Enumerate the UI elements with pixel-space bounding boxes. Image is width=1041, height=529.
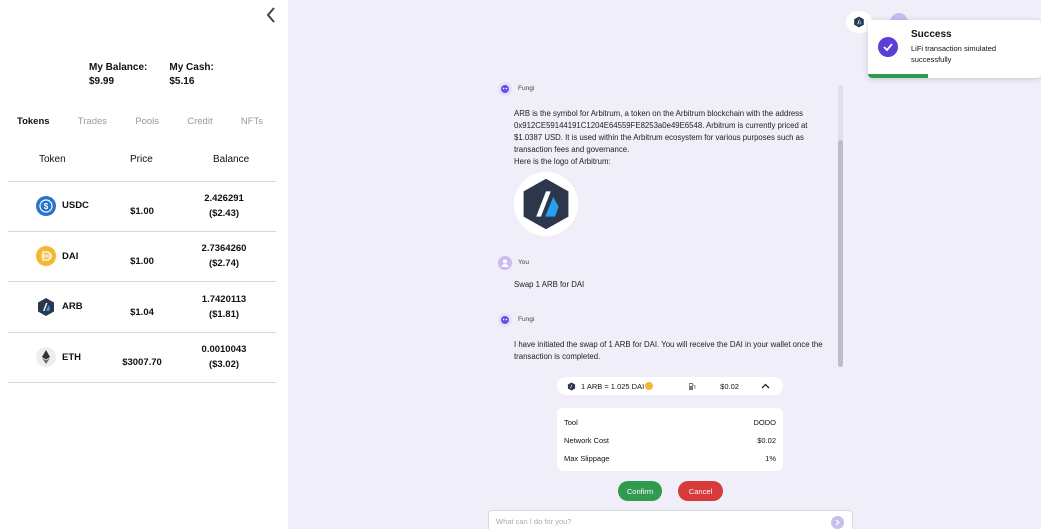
token-value: ($2.43) <box>208 207 240 219</box>
max-slippage-value: 1% <box>765 454 776 463</box>
arbitrum-icon <box>854 16 864 28</box>
balance-summary: My Balance: $9.99 My Cash: $5.16 <box>89 61 214 89</box>
token-amount: 0.0010043 <box>201 344 247 356</box>
arbitrum-icon <box>36 297 56 317</box>
token-table: $ USDC $1.00 2.426291 ($2.43) DAI $1.00 … <box>8 181 276 383</box>
token-price: $1.00 <box>130 205 154 217</box>
user-avatar-icon <box>498 256 512 270</box>
token-amount: 1.7420113 <box>201 293 247 305</box>
table-row[interactable]: DAI $1.00 2.7364260 ($2.74) <box>8 232 276 282</box>
message-sender: Fungi <box>518 316 535 323</box>
toast-title: Success <box>911 29 952 40</box>
chat-scrollbar[interactable] <box>838 85 843 367</box>
message-text: Here is the logo of Arbitrum: <box>514 157 611 166</box>
chat-input-bar <box>488 510 853 529</box>
arbitrum-icon <box>567 381 576 391</box>
tab-trades[interactable]: Trades <box>78 114 107 129</box>
token-price: $1.04 <box>130 306 154 318</box>
token-value: ($2.74) <box>208 258 240 270</box>
message-text: Swap 1 ARB for DAI <box>514 280 585 289</box>
network-cost-label: Network Cost <box>564 436 610 445</box>
confirm-button[interactable]: Confirm <box>618 481 662 501</box>
wallet-sidebar: My Balance: $9.99 My Cash: $5.16 Tokens … <box>0 0 288 529</box>
message-fungi: Fungi ARB is the symbol for Arbitrum, a … <box>498 82 833 236</box>
dai-icon <box>36 246 56 267</box>
cancel-button[interactable]: Cancel <box>678 481 723 501</box>
success-toast[interactable]: Success LiFi transaction simulated succe… <box>868 20 1041 78</box>
chat-scrollbar-thumb[interactable] <box>838 140 843 367</box>
gas-pump-icon <box>688 382 696 391</box>
tool-value: DODO <box>753 418 777 427</box>
collapse-sidebar-chevron-left-icon[interactable] <box>264 6 278 24</box>
token-symbol: ETH <box>62 351 81 363</box>
token-price: $3007.70 <box>122 357 162 369</box>
gas-cost: $0.02 <box>720 381 739 391</box>
usdc-icon: $ <box>36 195 56 216</box>
message-you: You Swap 1 ARB for DAI <box>498 256 833 291</box>
sidebar-tabs: Tokens Trades Pools Credit NFTs <box>8 114 276 129</box>
chat-messages: Fungi ARB is the symbol for Arbitrum, a … <box>498 82 833 372</box>
tab-tokens[interactable]: Tokens <box>17 114 50 129</box>
fungi-bot-icon <box>498 313 512 327</box>
token-value: ($1.81) <box>208 308 240 320</box>
message-fungi: Fungi I have initiated the swap of 1 ARB… <box>498 313 833 363</box>
message-text: I have initiated the swap of 1 ARB for D… <box>514 340 823 361</box>
message-sender: Fungi <box>518 85 535 92</box>
table-row[interactable]: $ USDC $1.00 2.426291 ($2.43) <box>8 181 276 232</box>
toast-message: LiFi transaction simulated successfully <box>911 44 997 64</box>
message-sender: You <box>518 259 529 266</box>
tab-pools[interactable]: Pools <box>135 114 159 129</box>
swap-quote-summary[interactable]: 1 ARB = 1.025 DAI $0.02 <box>557 377 783 395</box>
arbitrum-logo-image <box>514 172 578 236</box>
chat-input[interactable] <box>496 517 816 526</box>
price-column-header: Price <box>130 154 153 165</box>
network-cost-value: $0.02 <box>757 436 776 445</box>
token-amount: 2.426291 <box>204 192 244 204</box>
token-amount: 2.7364260 <box>201 243 247 255</box>
tab-nfts[interactable]: NFTs <box>241 114 263 129</box>
token-column-header: Token <box>39 154 66 165</box>
chevron-up-icon[interactable] <box>761 383 770 389</box>
token-symbol: USDC <box>62 200 89 212</box>
ethereum-icon <box>36 347 56 368</box>
my-balance-label: My Balance: <box>89 62 148 73</box>
token-symbol: DAI <box>62 250 79 262</box>
swap-details-card: Tool DODO Network Cost $0.02 Max Slippag… <box>557 408 783 471</box>
send-arrow-icon[interactable] <box>831 516 844 529</box>
token-table-header: Token Price Balance <box>8 154 276 182</box>
token-price: $1.00 <box>130 256 154 268</box>
swap-rate: 1 ARB = 1.025 DAI <box>581 381 645 391</box>
dai-icon <box>645 382 654 390</box>
my-balance-value: $9.99 <box>89 76 115 87</box>
max-slippage-label: Max Slippage <box>564 454 610 463</box>
token-symbol: ARB <box>62 301 83 313</box>
message-text: ARB is the symbol for Arbitrum, a token … <box>514 109 808 154</box>
fungi-bot-icon <box>498 82 512 96</box>
toast-progress-bar <box>868 74 928 78</box>
table-row[interactable]: ARB $1.04 1.7420113 ($1.81) <box>8 282 276 333</box>
my-cash-value: $5.16 <box>169 76 195 87</box>
tab-credit[interactable]: Credit <box>187 114 212 129</box>
table-row[interactable]: ETH $3007.70 0.0010043 ($3.02) <box>8 333 276 383</box>
tool-label: Tool <box>564 418 578 427</box>
token-value: ($3.02) <box>208 359 240 371</box>
my-cash-label: My Cash: <box>169 62 214 73</box>
svg-text:$: $ <box>44 202 49 211</box>
balance-column-header: Balance <box>213 154 250 165</box>
checkmark-icon <box>878 37 898 57</box>
